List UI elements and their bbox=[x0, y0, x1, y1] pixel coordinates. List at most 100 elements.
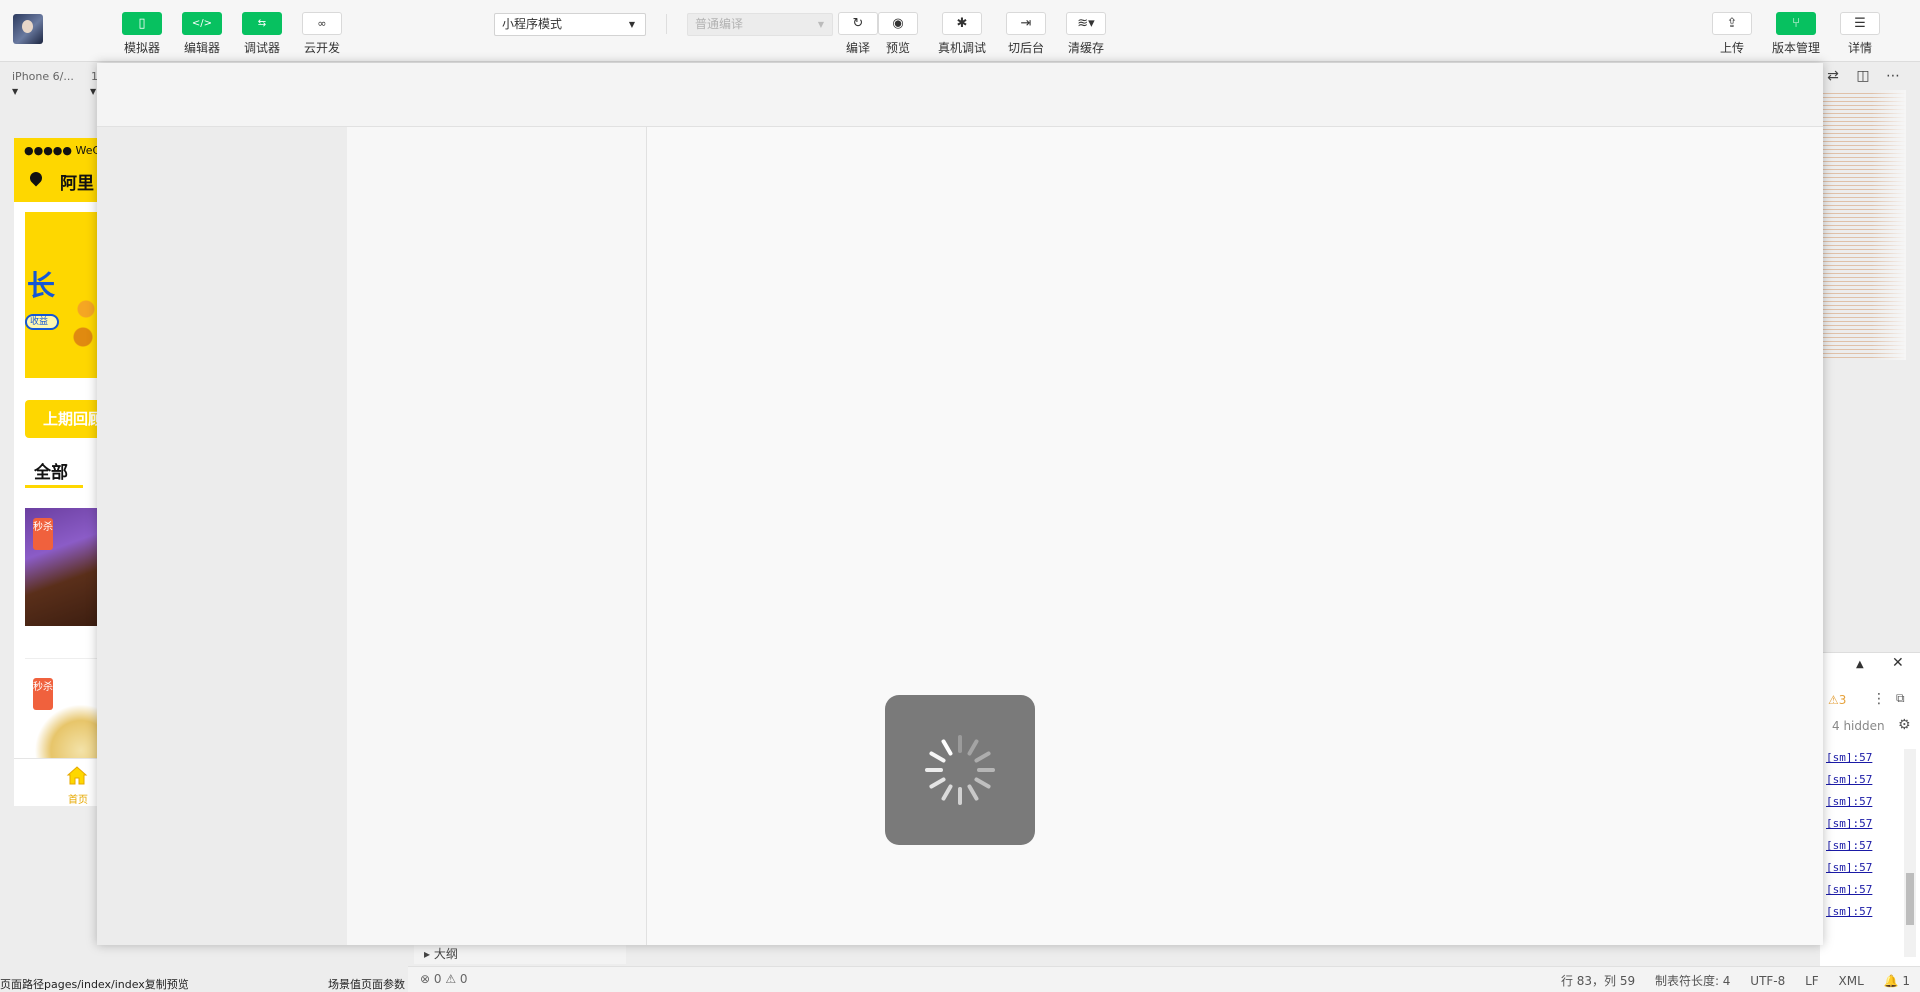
upload-button[interactable]: ⇪ 上传 bbox=[1700, 12, 1764, 56]
spinner-spoke bbox=[940, 783, 954, 802]
code-icon: </> bbox=[182, 12, 222, 35]
toolbar-divider bbox=[666, 14, 667, 34]
simulator-header: iPhone 6/... 1 ▼ ▼ bbox=[0, 62, 100, 108]
console-scrollbar[interactable] bbox=[1904, 749, 1916, 957]
switch-background-label: 切后台 bbox=[1007, 41, 1044, 55]
previous-review-button[interactable]: 上期回顾 bbox=[25, 400, 98, 438]
details-button[interactable]: ☰ 详情 bbox=[1828, 12, 1892, 56]
tab-underline bbox=[25, 485, 83, 488]
window-list-pane bbox=[347, 127, 647, 945]
device-select[interactable]: iPhone 6/... bbox=[12, 70, 74, 83]
window-header bbox=[97, 63, 1823, 127]
chevron-down-icon: ▼ bbox=[12, 87, 19, 96]
switch-background-button[interactable]: ⇥ 切后台 bbox=[994, 12, 1058, 56]
pin-icon bbox=[27, 169, 45, 187]
log-source-link[interactable]: [sm]:57 bbox=[1826, 883, 1872, 905]
chevron-down-icon: ▼ bbox=[817, 20, 824, 29]
spinner-spoke bbox=[973, 750, 992, 764]
problems-count[interactable]: ⊗ 0 ⚠ 0 bbox=[420, 972, 468, 986]
cloud-icon: ∞ bbox=[302, 12, 342, 35]
log-source-link[interactable]: [sm]:57 bbox=[1826, 795, 1872, 817]
status-bar: ⊗ 0 ⚠ 0 行 83，列 59 制表符长度: 4 UTF-8 LF XML … bbox=[408, 966, 1920, 992]
dock-icon[interactable]: ⧉ bbox=[1896, 691, 1905, 706]
simulator-phone-screen[interactable]: ●●●●● WeChat 阿里 长 收益 上期回顾 全部 秒杀 秒杀 首页 bbox=[14, 138, 98, 806]
clear-cache-label: 清缓存 bbox=[1067, 41, 1104, 55]
spinner-spoke bbox=[958, 735, 962, 753]
home-icon[interactable] bbox=[66, 765, 88, 785]
mode-select-value: 小程序模式 bbox=[502, 17, 563, 31]
real-device-debug-button[interactable]: ✱ 真机调试 bbox=[930, 12, 994, 56]
clear-cache-button[interactable]: ≋▾ 清缓存 bbox=[1054, 12, 1118, 56]
version-management-label: 版本管理 bbox=[1771, 41, 1820, 55]
cloud-button[interactable]: ∞ 云开发 bbox=[290, 12, 354, 56]
code-minimap[interactable] bbox=[1822, 90, 1906, 360]
notifications[interactable]: 🔔 1 bbox=[1884, 974, 1910, 988]
spinner-spoke bbox=[925, 768, 943, 772]
spinner-spoke bbox=[966, 783, 980, 802]
preview-label: 预览 bbox=[885, 41, 910, 55]
flash-sale-badge: 秒杀 bbox=[33, 678, 53, 710]
spinner-spoke bbox=[940, 738, 954, 757]
phone-status-bar: ●●●●● WeChat 阿里 bbox=[14, 138, 98, 202]
tab-size[interactable]: 制表符长度: 4 bbox=[1655, 974, 1731, 988]
editor-label: 编辑器 bbox=[183, 41, 220, 55]
chevron-up-icon[interactable]: ▲ bbox=[1856, 659, 1864, 670]
bottom-tab-bar: 首页 bbox=[14, 758, 98, 806]
log-source-link[interactable]: [sm]:57 bbox=[1826, 839, 1872, 861]
console-panel: ▲ ✕ ⚠3 ⋮ ⧉ 4 hidden ⚙ [sm]:57 [sm]:57 [s… bbox=[1820, 652, 1920, 966]
simulator-label: 模拟器 bbox=[123, 41, 160, 55]
cursor-position[interactable]: 行 83，列 59 bbox=[1561, 974, 1635, 988]
layers-icon: ≋▾ bbox=[1066, 12, 1106, 35]
spinner-spoke bbox=[966, 738, 980, 757]
line-ending[interactable]: LF bbox=[1805, 974, 1819, 988]
product-card[interactable]: 秒杀 bbox=[25, 508, 98, 626]
scene-params[interactable]: 场景值页面参数 bbox=[328, 976, 405, 992]
gear-icon[interactable]: ⚙ bbox=[1898, 717, 1911, 733]
log-source-link[interactable]: [sm]:57 bbox=[1826, 751, 1872, 773]
window-content bbox=[647, 127, 1823, 945]
spinner-spoke bbox=[958, 787, 962, 805]
loading-toast bbox=[885, 695, 1035, 845]
editor-button[interactable]: </> 编辑器 bbox=[170, 12, 234, 56]
simulator-button[interactable]: ▯ 模拟器 bbox=[110, 12, 174, 56]
log-source-link[interactable]: [sm]:57 bbox=[1826, 817, 1872, 839]
location-label[interactable]: 阿里 bbox=[60, 169, 94, 194]
log-source-link[interactable]: [sm]:57 bbox=[1826, 861, 1872, 883]
promo-banner[interactable]: 长 收益 bbox=[25, 212, 98, 378]
console-log: [sm]:57 [sm]:57 [sm]:57 [sm]:57 [sm]:57 … bbox=[1826, 751, 1872, 927]
banner-headline: 长 bbox=[27, 269, 56, 302]
close-icon[interactable]: ✕ bbox=[1892, 655, 1904, 671]
menu-icon: ☰ bbox=[1840, 12, 1880, 35]
split-editor-icon[interactable]: ◫ bbox=[1848, 68, 1878, 84]
hidden-count: 4 hidden bbox=[1832, 719, 1885, 733]
user-avatar[interactable] bbox=[13, 14, 43, 44]
outline-section[interactable]: ▸ 大纲 bbox=[414, 944, 626, 964]
status-right: 行 83，列 59 制表符长度: 4 UTF-8 LF XML 🔔 1 bbox=[1545, 972, 1910, 989]
more-vertical-icon[interactable]: ⋮ bbox=[1872, 691, 1886, 707]
debugger-button[interactable]: ⇆ 调试器 bbox=[230, 12, 294, 56]
upload-icon: ⇪ bbox=[1712, 12, 1752, 35]
warning-count[interactable]: ⚠3 bbox=[1828, 693, 1846, 707]
banner-tag: 收益 bbox=[25, 314, 59, 330]
version-management-button[interactable]: ⑂ 版本管理 bbox=[1764, 12, 1828, 56]
more-icon[interactable]: ⋯ bbox=[1878, 68, 1908, 84]
chevron-down-icon: ▼ bbox=[90, 87, 97, 96]
compile-mode-select[interactable]: 普通编译 ▼ bbox=[687, 13, 833, 36]
upload-label: 上传 bbox=[1719, 41, 1744, 55]
encoding[interactable]: UTF-8 bbox=[1750, 974, 1785, 988]
tab-home-label[interactable]: 首页 bbox=[68, 791, 88, 806]
mode-select[interactable]: 小程序模式 ▼ bbox=[494, 13, 646, 36]
page-path[interactable]: 页面路径pages/index/index复制预览 bbox=[0, 976, 189, 992]
window-sidebar bbox=[97, 127, 347, 945]
eye-icon: ◉ bbox=[878, 12, 918, 35]
bug-icon: ✱ bbox=[942, 12, 982, 35]
log-source-link[interactable]: [sm]:57 bbox=[1826, 905, 1872, 927]
preview-button[interactable]: ◉ 预览 bbox=[866, 12, 930, 56]
language-mode[interactable]: XML bbox=[1839, 974, 1864, 988]
editor-actions: ⇄ ◫ ⋯ bbox=[1818, 68, 1908, 84]
real-device-debug-label: 真机调试 bbox=[937, 41, 986, 55]
flash-sale-badge: 秒杀 bbox=[33, 518, 53, 550]
spinner-spoke bbox=[973, 776, 992, 790]
tab-all[interactable]: 全部 bbox=[34, 458, 68, 483]
log-source-link[interactable]: [sm]:57 bbox=[1826, 773, 1872, 795]
